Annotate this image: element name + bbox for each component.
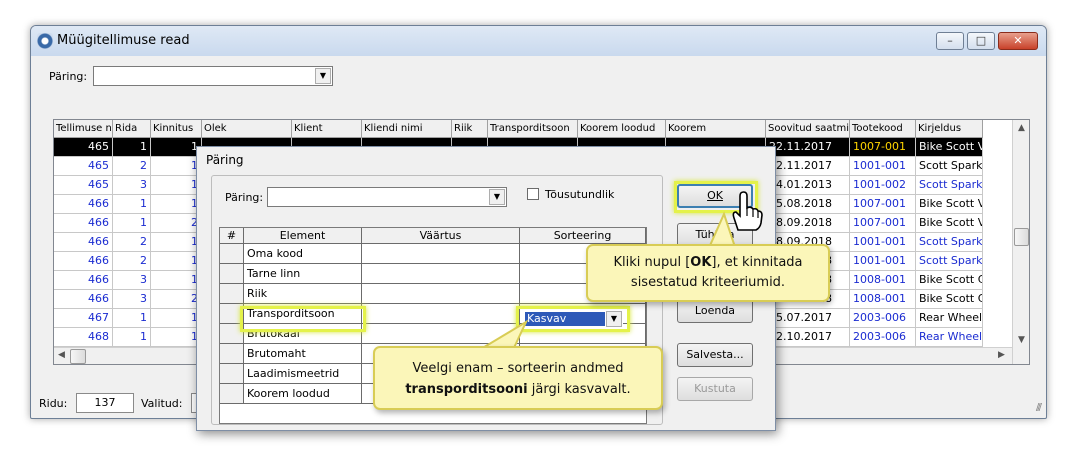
hand-pointer-icon	[732, 191, 763, 231]
sort-callout-text-suffix: järgi kasvavalt.	[527, 382, 631, 397]
ok-callout-text-line2: sisestatud kriteeriumid.	[630, 275, 786, 290]
ok-callout-text-prefix: Kliki nupul [	[613, 255, 691, 270]
sort-callout: Veelgi enam – sorteerin andmed transpord…	[373, 346, 663, 410]
ok-callout-text-suffix: ], et kinnitada	[711, 255, 803, 270]
sort-callout-text-line1: Veelgi enam – sorteerin andmed	[412, 361, 624, 376]
ok-callout-text-bold: OK	[690, 255, 712, 270]
sort-callout-text-bold: transporditsooni	[405, 382, 528, 397]
ok-callout: Kliki nupul [OK], et kinnitada sisestatu…	[586, 244, 830, 302]
